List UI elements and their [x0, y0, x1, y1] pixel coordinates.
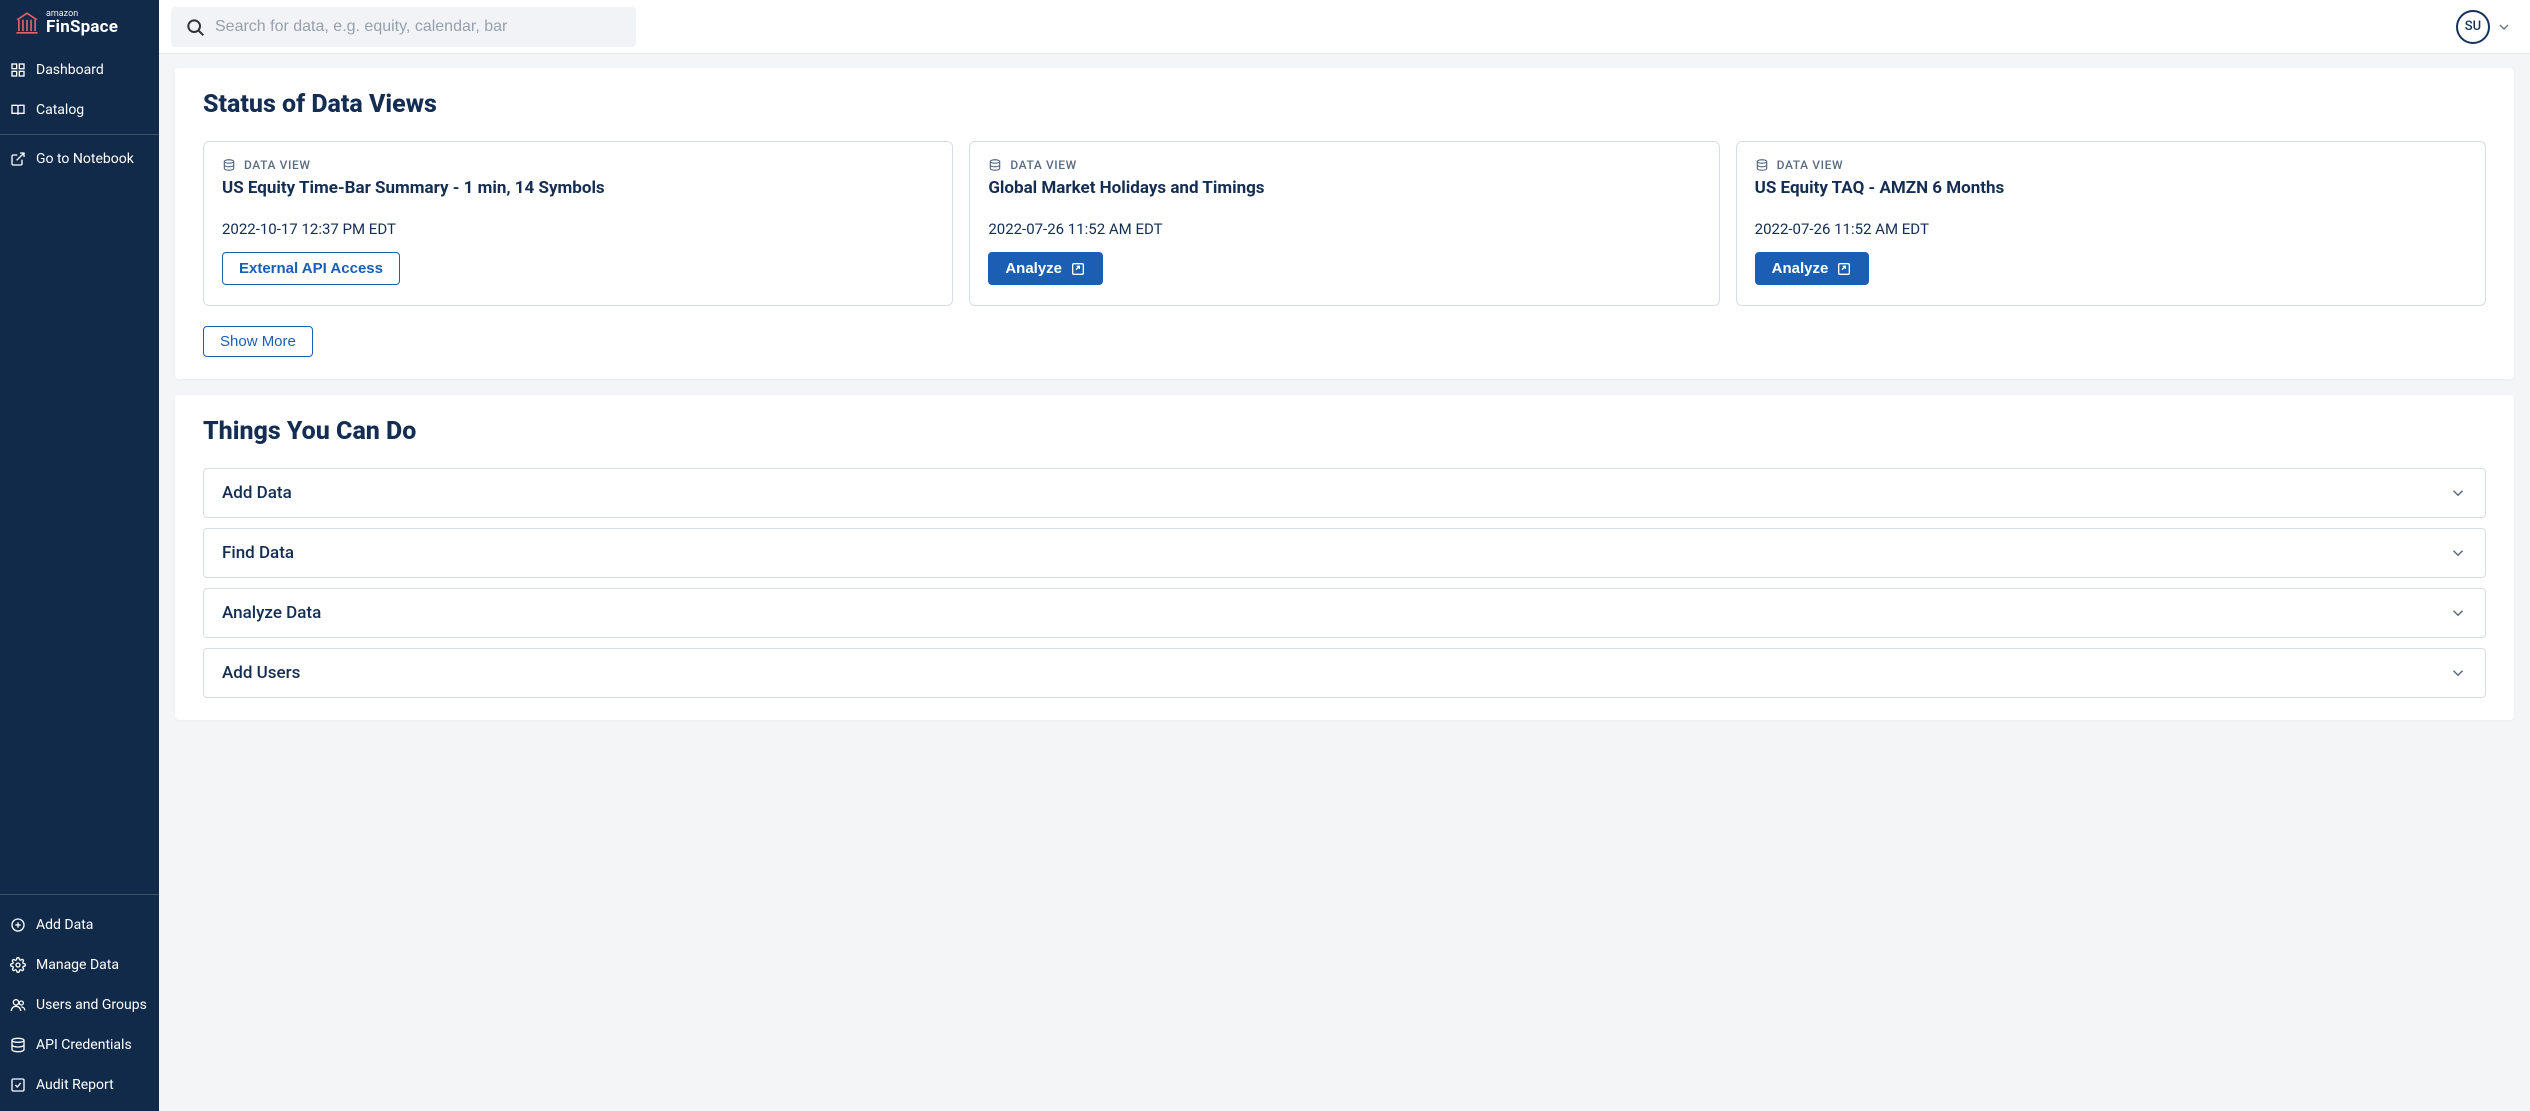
chevron-down-icon — [2449, 664, 2467, 682]
things-accordion: Add Data Find Data Analyze Data Add User… — [203, 468, 2486, 698]
accordion-item-analyze-data[interactable]: Analyze Data — [203, 588, 2486, 638]
card-tag: DATA VIEW — [1755, 158, 2467, 172]
sidebar-item-manage-data[interactable]: Manage Data — [0, 945, 159, 985]
sidebar-item-api-credentials[interactable]: API Credentials — [0, 1025, 159, 1065]
search-input[interactable] — [215, 18, 622, 36]
sidebar-item-label: Add Data — [36, 917, 93, 933]
card-title: US Equity Time-Bar Summary - 1 min, 14 S… — [222, 178, 934, 198]
brand-text: amazon FinSpace — [46, 10, 118, 36]
open-external-icon — [1070, 261, 1086, 277]
sidebar-item-label: Go to Notebook — [36, 151, 134, 167]
brand-name: FinSpace — [46, 19, 118, 36]
chevron-down-icon — [2449, 484, 2467, 502]
sidebar-item-notebook[interactable]: Go to Notebook — [0, 139, 159, 179]
database-icon — [1755, 158, 1769, 172]
sidebar-item-audit-report[interactable]: Audit Report — [0, 1065, 159, 1105]
analyze-button[interactable]: Analyze — [1755, 252, 1870, 285]
nav-divider — [0, 894, 159, 895]
sidebar-item-label: Catalog — [36, 102, 84, 118]
button-label: Analyze — [1772, 260, 1829, 277]
card-title: US Equity TAQ - AMZN 6 Months — [1755, 178, 2467, 198]
database-icon — [222, 158, 236, 172]
card-date: 2022-10-17 12:37 PM EDT — [222, 220, 934, 238]
chevron-down-icon — [2449, 544, 2467, 562]
nav-divider — [0, 134, 159, 135]
accordion-item-label: Add Users — [222, 663, 300, 683]
data-view-card: DATA VIEW Global Market Holidays and Tim… — [969, 141, 1719, 306]
topbar: SU — [159, 0, 2530, 54]
check-square-icon — [10, 1077, 26, 1093]
data-view-card: DATA VIEW US Equity TAQ - AMZN 6 Months … — [1736, 141, 2486, 306]
sidebar-item-catalog[interactable]: Catalog — [0, 90, 159, 130]
chevron-down-icon — [2449, 604, 2467, 622]
sidebar-item-label: API Credentials — [36, 1037, 132, 1053]
card-title: Global Market Holidays and Timings — [988, 178, 1700, 198]
sidebar-item-label: Users and Groups — [36, 997, 147, 1013]
search-box[interactable] — [171, 7, 636, 47]
sidebar-item-users-groups[interactable]: Users and Groups — [0, 985, 159, 1025]
nav-top-section: Dashboard Catalog Go to Notebook — [0, 44, 159, 185]
open-external-icon — [1836, 261, 1852, 277]
sidebar-item-add-data[interactable]: Add Data — [0, 905, 159, 945]
search-icon — [185, 17, 205, 37]
sidebar: amazon FinSpace Dashboard Catalog Go to … — [0, 0, 159, 1111]
status-panel: Status of Data Views DATA VIEW US Equity… — [175, 68, 2514, 379]
finspace-logo-icon — [14, 10, 40, 36]
nav-bottom-section: Add Data Manage Data Users and Groups AP… — [0, 899, 159, 1111]
card-tag-label: DATA VIEW — [244, 158, 311, 172]
sidebar-item-dashboard[interactable]: Dashboard — [0, 50, 159, 90]
user-menu[interactable]: SU — [2456, 10, 2512, 44]
external-link-icon — [10, 151, 26, 167]
sidebar-item-label: Dashboard — [36, 62, 104, 78]
database-icon — [10, 1037, 26, 1053]
accordion-item-label: Add Data — [222, 483, 292, 503]
accordion-item-find-data[interactable]: Find Data — [203, 528, 2486, 578]
content: Status of Data Views DATA VIEW US Equity… — [159, 54, 2530, 734]
card-date: 2022-07-26 11:52 AM EDT — [1755, 220, 2467, 238]
accordion-item-label: Analyze Data — [222, 603, 321, 623]
sidebar-item-label: Manage Data — [36, 957, 119, 973]
users-icon — [10, 997, 26, 1013]
database-icon — [988, 158, 1002, 172]
card-tag: DATA VIEW — [222, 158, 934, 172]
main-area: SU Status of Data Views DATA VIEW US Equ… — [159, 0, 2530, 1111]
data-view-cards: DATA VIEW US Equity Time-Bar Summary - 1… — [203, 141, 2486, 306]
show-more-button[interactable]: Show More — [203, 326, 313, 357]
button-label: Show More — [220, 333, 296, 350]
book-icon — [10, 102, 26, 118]
external-api-access-button[interactable]: External API Access — [222, 252, 400, 285]
accordion-item-label: Find Data — [222, 543, 294, 563]
sidebar-item-label: Audit Report — [36, 1077, 114, 1093]
button-label: External API Access — [239, 260, 383, 277]
card-tag: DATA VIEW — [988, 158, 1700, 172]
panel-title: Things You Can Do — [203, 417, 2486, 446]
card-tag-label: DATA VIEW — [1777, 158, 1844, 172]
gear-icon — [10, 957, 26, 973]
avatar: SU — [2456, 10, 2490, 44]
data-view-card: DATA VIEW US Equity Time-Bar Summary - 1… — [203, 141, 953, 306]
card-tag-label: DATA VIEW — [1010, 158, 1077, 172]
plus-circle-icon — [10, 917, 26, 933]
dashboard-icon — [10, 62, 26, 78]
things-panel: Things You Can Do Add Data Find Data Ana… — [175, 395, 2514, 720]
card-date: 2022-07-26 11:52 AM EDT — [988, 220, 1700, 238]
brand-logo[interactable]: amazon FinSpace — [0, 0, 159, 44]
accordion-item-add-data[interactable]: Add Data — [203, 468, 2486, 518]
button-label: Analyze — [1005, 260, 1062, 277]
accordion-item-add-users[interactable]: Add Users — [203, 648, 2486, 698]
chevron-down-icon — [2496, 19, 2512, 35]
panel-title: Status of Data Views — [203, 90, 2486, 119]
analyze-button[interactable]: Analyze — [988, 252, 1103, 285]
